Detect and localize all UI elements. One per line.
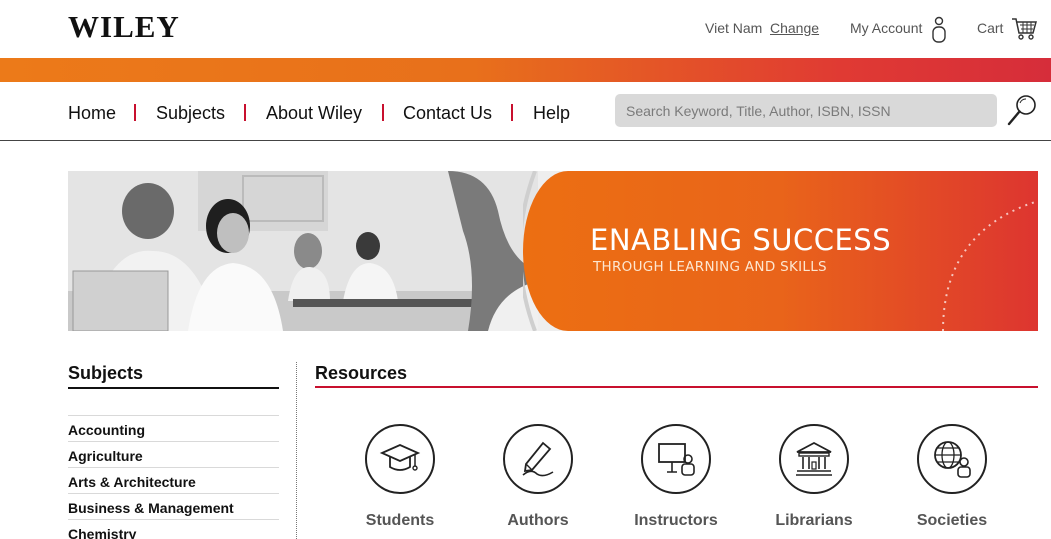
main-nav: Home Subjects About Wiley Contact Us Hel… [0,82,1051,141]
subject-item-accounting[interactable]: Accounting [68,415,279,441]
globe-person-icon[interactable] [917,424,987,494]
wiley-logo[interactable]: WILEY [68,9,180,45]
column-divider [296,362,297,539]
top-header: WILEY Viet Nam Change My Account Cart [0,0,1051,58]
subject-list: Accounting Agriculture Arts & Architectu… [68,415,279,539]
resources-rule [315,386,1038,388]
library-building-icon[interactable] [779,424,849,494]
banner-title: ENABLING SUCCESS [590,223,892,257]
banner-subtitle: THROUGH LEARNING AND SKILLS [593,259,827,275]
nav-contact-us[interactable]: Contact Us [403,103,492,124]
nav-divider [134,104,136,121]
resources-heading: Resources [315,363,408,383]
resource-label: Students [365,512,435,529]
brand-gradient-bar [0,58,1051,82]
subject-item-business-management[interactable]: Business & Management [68,493,279,519]
change-country-link[interactable]: Change [770,20,819,36]
graduation-cap-icon[interactable] [365,424,435,494]
presentation-board-icon[interactable] [641,424,711,494]
subject-item-agriculture[interactable]: Agriculture [68,441,279,467]
resource-students[interactable]: Students [330,424,470,530]
nav-home[interactable]: Home [68,103,116,124]
cart-link[interactable]: Cart [977,20,1003,36]
nav-divider [511,104,513,121]
nav-divider [382,104,384,121]
nav-subjects[interactable]: Subjects [156,103,225,124]
hero-banner[interactable]: ENABLING SUCCESS THROUGH LEARNING AND SK… [68,171,1038,331]
nav-divider [244,104,246,121]
resource-authors[interactable]: Authors [468,424,608,530]
my-account-link[interactable]: My Account [850,20,922,36]
cart-icon[interactable] [1011,17,1037,41]
pen-writing-icon[interactable] [503,424,573,494]
nav-about-wiley[interactable]: About Wiley [266,103,362,124]
resource-librarians[interactable]: Librarians [744,424,884,530]
subject-item-chemistry[interactable]: Chemistry [68,519,279,539]
country-label: Viet Nam [705,20,763,36]
resource-label: Authors [507,512,569,529]
resource-instructors[interactable]: Instructors [606,424,746,530]
search-icon[interactable] [1006,94,1038,128]
search-input[interactable] [615,94,997,127]
subjects-rule [68,387,279,389]
resource-societies[interactable]: Societies [882,424,1022,530]
user-icon[interactable] [930,16,948,44]
subjects-heading: Subjects [68,363,144,383]
resource-label: Societies [916,512,988,529]
resource-label: Instructors [634,512,718,529]
banner-photo [68,171,538,331]
subject-item-arts-architecture[interactable]: Arts & Architecture [68,467,279,493]
resource-label: Librarians [775,512,853,529]
nav-help[interactable]: Help [533,103,570,124]
